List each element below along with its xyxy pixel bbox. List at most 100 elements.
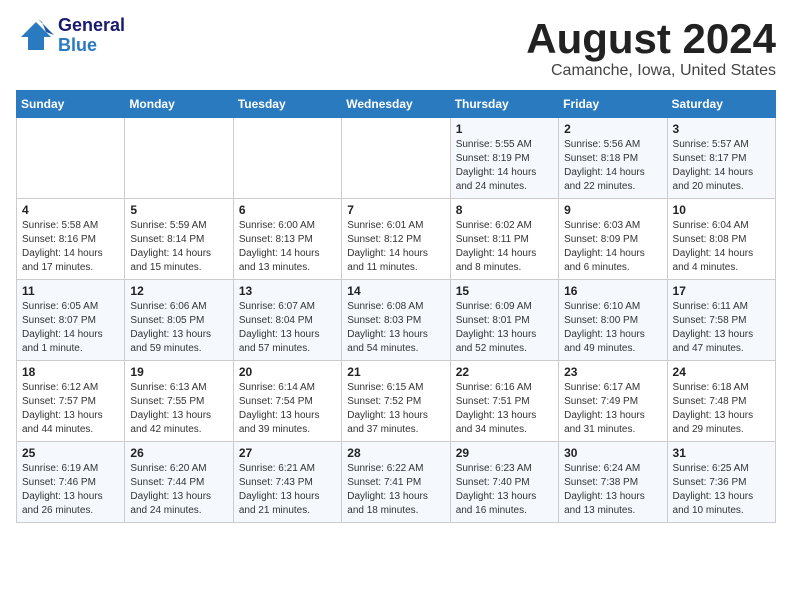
day-number: 4 — [22, 203, 119, 217]
cell-content: Sunrise: 5:58 AM Sunset: 8:16 PM Dayligh… — [22, 219, 119, 275]
day-number: 10 — [673, 203, 770, 217]
cell-content: Sunrise: 6:11 AM Sunset: 7:58 PM Dayligh… — [673, 300, 770, 356]
calendar-cell: 18 Sunrise: 6:12 AM Sunset: 7:57 PM Dayli… — [17, 361, 125, 442]
day-number: 24 — [673, 365, 770, 379]
calendar-cell: 5Sunrise: 5:59 AM Sunset: 8:14 PM Daylig… — [125, 199, 233, 280]
header: General Blue August 2024 Camanche, Iowa,… — [16, 16, 776, 80]
day-number: 1 — [456, 122, 553, 136]
calendar-cell: 17 Sunrise: 6:11 AM Sunset: 7:58 PM Dayli… — [667, 280, 775, 361]
calendar-day-header: Thursday — [450, 91, 558, 118]
calendar-day-header: Wednesday — [342, 91, 450, 118]
cell-content: Sunrise: 6:17 AM Sunset: 7:49 PM Dayligh… — [564, 381, 661, 437]
calendar-cell — [233, 118, 341, 199]
cell-content: Sunrise: 5:59 AM Sunset: 8:14 PM Dayligh… — [130, 219, 227, 275]
day-number: 2 — [564, 122, 661, 136]
day-number: 26 — [130, 446, 227, 460]
day-number: 21 — [347, 365, 444, 379]
calendar-week-row: 18 Sunrise: 6:12 AM Sunset: 7:57 PM Dayli… — [17, 361, 776, 442]
cell-content: Sunrise: 6:10 AM Sunset: 8:00 PM Dayligh… — [564, 300, 661, 356]
title-section: August 2024 Camanche, Iowa, United State… — [526, 16, 776, 80]
calendar-cell: 23 Sunrise: 6:17 AM Sunset: 7:49 PM Dayli… — [559, 361, 667, 442]
calendar-cell: 24Sunrise: 6:18 AM Sunset: 7:48 PM Dayli… — [667, 361, 775, 442]
cell-content: Sunrise: 6:21 AM Sunset: 7:43 PM Dayligh… — [239, 462, 336, 518]
calendar-week-row: 1 Sunrise: 5:55 AM Sunset: 8:19 PM Daylig… — [17, 118, 776, 199]
cell-content: Sunrise: 6:12 AM Sunset: 7:57 PM Dayligh… — [22, 381, 119, 437]
calendar-day-header: Tuesday — [233, 91, 341, 118]
calendar-cell: 25Sunrise: 6:19 AM Sunset: 7:46 PM Dayli… — [17, 442, 125, 523]
calendar-cell: 31 Sunrise: 6:25 AM Sunset: 7:36 PM Dayli… — [667, 442, 775, 523]
logo-icon — [16, 17, 54, 55]
cell-content: Sunrise: 6:19 AM Sunset: 7:46 PM Dayligh… — [22, 462, 119, 518]
calendar-body: 1 Sunrise: 5:55 AM Sunset: 8:19 PM Daylig… — [17, 118, 776, 523]
cell-content: Sunrise: 5:56 AM Sunset: 8:18 PM Dayligh… — [564, 138, 661, 194]
cell-content: Sunrise: 6:20 AM Sunset: 7:44 PM Dayligh… — [130, 462, 227, 518]
cell-content: Sunrise: 6:24 AM Sunset: 7:38 PM Dayligh… — [564, 462, 661, 518]
location-title: Camanche, Iowa, United States — [526, 62, 776, 80]
cell-content: Sunrise: 6:06 AM Sunset: 8:05 PM Dayligh… — [130, 300, 227, 356]
cell-content: Sunrise: 6:04 AM Sunset: 8:08 PM Dayligh… — [673, 219, 770, 275]
calendar-cell — [17, 118, 125, 199]
day-number: 6 — [239, 203, 336, 217]
cell-content: Sunrise: 6:25 AM Sunset: 7:36 PM Dayligh… — [673, 462, 770, 518]
month-title: August 2024 — [526, 16, 776, 62]
calendar-day-header: Sunday — [17, 91, 125, 118]
day-number: 22 — [456, 365, 553, 379]
calendar-cell: 11 Sunrise: 6:05 AM Sunset: 8:07 PM Dayli… — [17, 280, 125, 361]
calendar-cell: 20 Sunrise: 6:14 AM Sunset: 7:54 PM Dayli… — [233, 361, 341, 442]
calendar-week-row: 4 Sunrise: 5:58 AM Sunset: 8:16 PM Daylig… — [17, 199, 776, 280]
calendar-cell: 9 Sunrise: 6:03 AM Sunset: 8:09 PM Daylig… — [559, 199, 667, 280]
calendar-cell: 7Sunrise: 6:01 AM Sunset: 8:12 PM Daylig… — [342, 199, 450, 280]
calendar-cell: 22 Sunrise: 6:16 AM Sunset: 7:51 PM Dayli… — [450, 361, 558, 442]
day-number: 8 — [456, 203, 553, 217]
day-number: 19 — [130, 365, 227, 379]
day-number: 16 — [564, 284, 661, 298]
cell-content: Sunrise: 6:08 AM Sunset: 8:03 PM Dayligh… — [347, 300, 444, 356]
cell-content: Sunrise: 6:13 AM Sunset: 7:55 PM Dayligh… — [130, 381, 227, 437]
day-number: 3 — [673, 122, 770, 136]
day-number: 28 — [347, 446, 444, 460]
calendar-cell: 14Sunrise: 6:08 AM Sunset: 8:03 PM Dayli… — [342, 280, 450, 361]
day-number: 23 — [564, 365, 661, 379]
calendar-cell: 2 Sunrise: 5:56 AM Sunset: 8:18 PM Daylig… — [559, 118, 667, 199]
calendar-cell: 30 Sunrise: 6:24 AM Sunset: 7:38 PM Dayli… — [559, 442, 667, 523]
calendar-cell: 19 Sunrise: 6:13 AM Sunset: 7:55 PM Dayli… — [125, 361, 233, 442]
calendar-cell: 28Sunrise: 6:22 AM Sunset: 7:41 PM Dayli… — [342, 442, 450, 523]
calendar-cell: 12 Sunrise: 6:06 AM Sunset: 8:05 PM Dayli… — [125, 280, 233, 361]
calendar-cell: 13 Sunrise: 6:07 AM Sunset: 8:04 PM Dayli… — [233, 280, 341, 361]
calendar-cell: 10 Sunrise: 6:04 AM Sunset: 8:08 PM Dayli… — [667, 199, 775, 280]
cell-content: Sunrise: 6:07 AM Sunset: 8:04 PM Dayligh… — [239, 300, 336, 356]
day-number: 31 — [673, 446, 770, 460]
calendar-cell: 15Sunrise: 6:09 AM Sunset: 8:01 PM Dayli… — [450, 280, 558, 361]
day-number: 13 — [239, 284, 336, 298]
day-number: 12 — [130, 284, 227, 298]
cell-content: Sunrise: 6:02 AM Sunset: 8:11 PM Dayligh… — [456, 219, 553, 275]
cell-content: Sunrise: 5:55 AM Sunset: 8:19 PM Dayligh… — [456, 138, 553, 194]
calendar-day-header: Friday — [559, 91, 667, 118]
cell-content: Sunrise: 6:00 AM Sunset: 8:13 PM Dayligh… — [239, 219, 336, 275]
cell-content: Sunrise: 6:23 AM Sunset: 7:40 PM Dayligh… — [456, 462, 553, 518]
day-number: 18 — [22, 365, 119, 379]
calendar-week-row: 25Sunrise: 6:19 AM Sunset: 7:46 PM Dayli… — [17, 442, 776, 523]
calendar-day-header: Monday — [125, 91, 233, 118]
day-number: 9 — [564, 203, 661, 217]
day-number: 11 — [22, 284, 119, 298]
cell-content: Sunrise: 6:05 AM Sunset: 8:07 PM Dayligh… — [22, 300, 119, 356]
calendar-day-header: Saturday — [667, 91, 775, 118]
day-number: 30 — [564, 446, 661, 460]
calendar-cell: 16 Sunrise: 6:10 AM Sunset: 8:00 PM Dayli… — [559, 280, 667, 361]
calendar-cell — [125, 118, 233, 199]
cell-content: Sunrise: 6:14 AM Sunset: 7:54 PM Dayligh… — [239, 381, 336, 437]
logo-blue: Blue — [58, 36, 125, 56]
calendar-week-row: 11 Sunrise: 6:05 AM Sunset: 8:07 PM Dayli… — [17, 280, 776, 361]
calendar-cell: 29 Sunrise: 6:23 AM Sunset: 7:40 PM Dayli… — [450, 442, 558, 523]
calendar-table: SundayMondayTuesdayWednesdayThursdayFrid… — [16, 90, 776, 523]
calendar-cell: 4 Sunrise: 5:58 AM Sunset: 8:16 PM Daylig… — [17, 199, 125, 280]
logo-general: General — [58, 16, 125, 36]
day-number: 20 — [239, 365, 336, 379]
cell-content: Sunrise: 6:15 AM Sunset: 7:52 PM Dayligh… — [347, 381, 444, 437]
day-number: 17 — [673, 284, 770, 298]
cell-content: Sunrise: 6:03 AM Sunset: 8:09 PM Dayligh… — [564, 219, 661, 275]
day-number: 29 — [456, 446, 553, 460]
cell-content: Sunrise: 6:01 AM Sunset: 8:12 PM Dayligh… — [347, 219, 444, 275]
cell-content: Sunrise: 6:16 AM Sunset: 7:51 PM Dayligh… — [456, 381, 553, 437]
